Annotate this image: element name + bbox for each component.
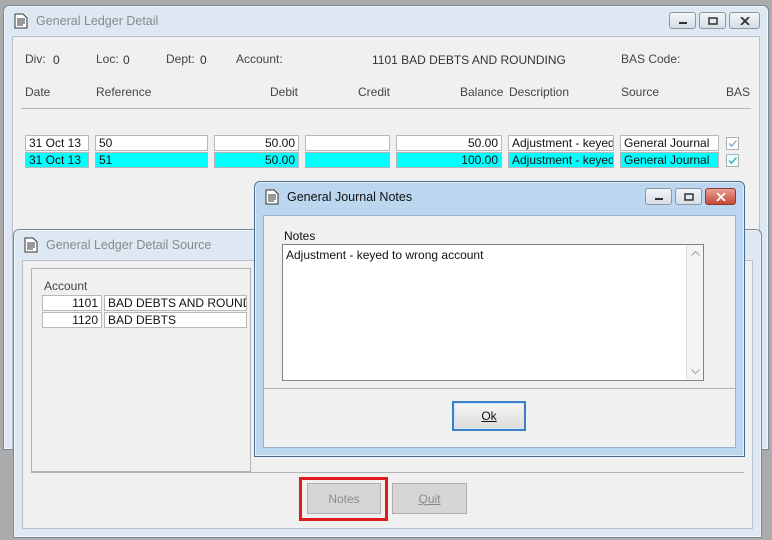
row-source[interactable]: General Journal (620, 135, 719, 151)
account-header: Account (44, 279, 88, 293)
col-credit: Credit (358, 85, 391, 99)
col-description: Description (509, 85, 570, 99)
ok-button[interactable]: Ok (452, 401, 526, 431)
button-divider (31, 472, 744, 473)
dept-label: Dept: (166, 52, 195, 66)
account-name[interactable]: BAD DEBTS AND ROUNDING (104, 295, 247, 311)
document-icon (24, 237, 38, 253)
account-value: 1101 BAD DEBTS AND ROUNDING (372, 53, 566, 67)
maximize-icon (707, 16, 718, 25)
notes-scrollbar[interactable] (686, 245, 703, 380)
account-panel: Account 1101 BAD DEBTS AND ROUNDING 1120… (31, 268, 251, 472)
document-icon (265, 189, 279, 205)
source-title: General Ledger Detail Source (46, 238, 212, 252)
close-icon (739, 16, 750, 25)
minimize-icon (678, 21, 687, 24)
document-icon (14, 13, 28, 29)
notes-title: General Journal Notes (287, 190, 413, 204)
row-reference[interactable]: 51 (95, 152, 208, 168)
row-reference[interactable]: 50 (95, 135, 208, 151)
account-code[interactable]: 1120 (42, 312, 102, 328)
minimize-icon (654, 197, 663, 200)
highlight-box (299, 477, 388, 521)
bas-code-label: BAS Code: (621, 52, 681, 66)
maximize-icon (683, 192, 694, 201)
checkmark-icon (728, 157, 737, 164)
col-balance: Balance (460, 85, 504, 99)
bas-checkbox[interactable] (726, 154, 739, 167)
col-date: Date (25, 85, 51, 99)
ok-label: Ok (481, 409, 497, 423)
general-journal-notes-dialog: General Journal Notes Notes Adjustment -… (254, 181, 745, 457)
minimize-button[interactable] (669, 12, 696, 29)
notes-textarea[interactable]: Adjustment - keyed to wrong account (282, 244, 704, 381)
col-bas: BAS (726, 85, 751, 99)
row-description[interactable]: Adjustment - keyed t (508, 152, 614, 168)
row-date[interactable]: 31 Oct 13 (25, 135, 89, 151)
loc-value: 0 (123, 53, 130, 67)
account-label: Account: (236, 52, 283, 66)
row-description[interactable]: Adjustment - keyed t (508, 135, 614, 151)
notes-client-area: Notes Adjustment - keyed to wrong accoun… (263, 215, 736, 448)
account-name[interactable]: BAD DEBTS (104, 312, 247, 328)
loc-label: Loc: (96, 52, 119, 66)
row-balance[interactable]: 100.00 (396, 152, 502, 168)
row-debit[interactable]: 50.00 (214, 152, 299, 168)
quit-label: Quit (418, 491, 441, 506)
dept-value: 0 (200, 53, 207, 67)
row-source[interactable]: General Journal (620, 152, 719, 168)
scroll-down-icon[interactable] (691, 369, 700, 375)
dialog-divider (264, 388, 735, 389)
row-date[interactable]: 31 Oct 13 (25, 152, 89, 168)
row-credit[interactable] (305, 152, 390, 168)
div-label: Div: (25, 52, 46, 66)
header-divider (21, 108, 751, 109)
notes-label: Notes (284, 229, 316, 243)
col-debit: Debit (270, 85, 299, 99)
maximize-button[interactable] (675, 188, 702, 205)
minimize-button[interactable] (645, 188, 672, 205)
account-code[interactable]: 1101 (42, 295, 102, 311)
notes-text: Adjustment - keyed to wrong account (286, 248, 484, 262)
ledger-titlebar[interactable]: General Ledger Detail (4, 6, 768, 36)
quit-button[interactable]: Quit (392, 483, 467, 514)
scroll-up-icon[interactable] (691, 250, 700, 256)
row-balance[interactable]: 50.00 (396, 135, 502, 151)
maximize-button[interactable] (699, 12, 726, 29)
div-value: 0 (53, 53, 60, 67)
close-button[interactable] (705, 188, 736, 205)
row-credit[interactable] (305, 135, 390, 151)
notes-titlebar[interactable]: General Journal Notes (255, 182, 744, 212)
bas-checkbox[interactable] (726, 137, 739, 150)
col-reference: Reference (96, 85, 152, 99)
col-source: Source (621, 85, 660, 99)
close-icon (715, 192, 726, 201)
row-debit[interactable]: 50.00 (214, 135, 299, 151)
close-button[interactable] (729, 12, 760, 29)
checkmark-icon (728, 140, 737, 147)
ledger-title: General Ledger Detail (36, 14, 159, 28)
